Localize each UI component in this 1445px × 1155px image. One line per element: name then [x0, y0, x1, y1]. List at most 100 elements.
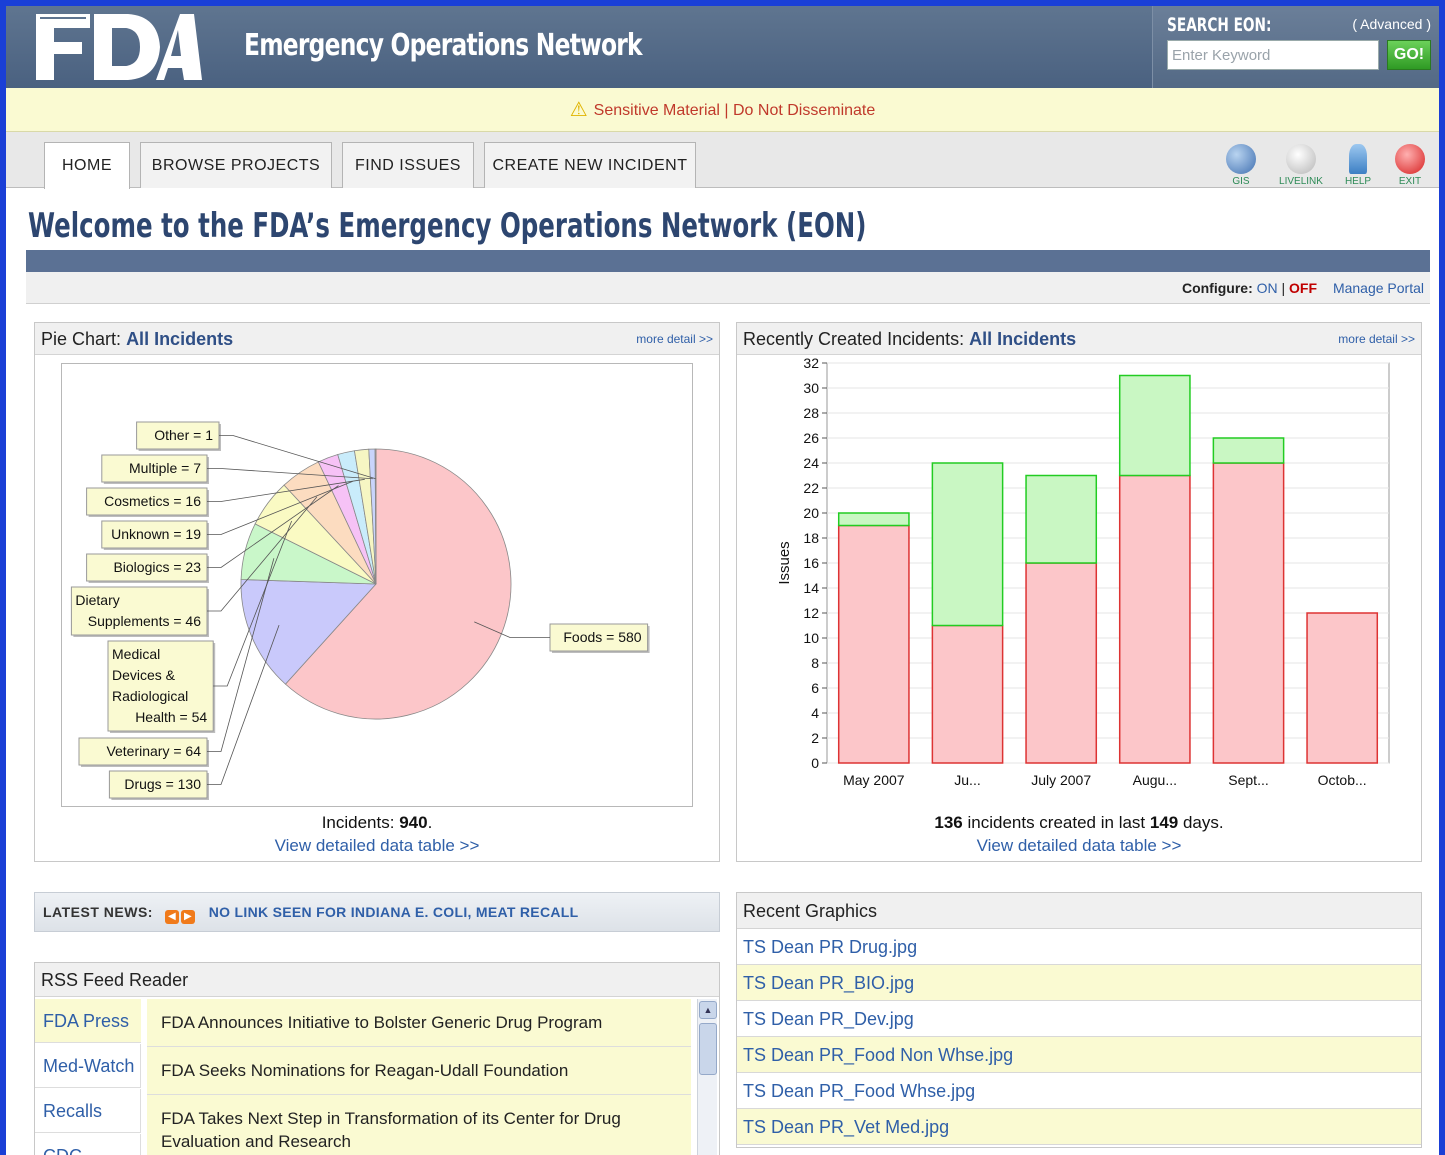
y-tick-label: 26 [803, 430, 819, 446]
configure-off-link[interactable]: OFF [1289, 280, 1317, 296]
bar-summary: 136 incidents created in last 149 days. [737, 813, 1421, 833]
tool-label: LIVELINK [1279, 176, 1323, 187]
rss-item[interactable]: FDA Takes Next Step in Transformation of… [147, 1095, 691, 1155]
y-tick-label: 30 [803, 380, 819, 396]
rss-scrollbar[interactable]: ▲ [697, 999, 717, 1155]
exit-icon [1395, 144, 1425, 174]
bar-summary-end: days. [1178, 813, 1224, 832]
page-title: Welcome to the FDA’s Emergency Operation… [28, 206, 867, 246]
y-tick-label: 18 [803, 530, 819, 546]
tool-gis[interactable]: GIS [1216, 144, 1266, 187]
pie-data-table-link-wrap: View detailed data table >> [35, 836, 719, 856]
rss-feed-reader: RSS Feed Reader FDA Press Med-Watch Reca… [34, 962, 720, 1155]
y-tick-label: 22 [803, 480, 819, 496]
pie-label: Dietary Supplements = 46 [70, 586, 210, 637]
x-tick-label: Octob... [1318, 772, 1367, 788]
pie-label-text: Devices & [112, 667, 176, 683]
news-next-icon[interactable]: ▶ [180, 910, 195, 924]
graphic-file-link[interactable]: TS Dean PR_Vet Med.jpg [737, 1109, 1421, 1145]
pie-label-text: Health = 54 [135, 709, 207, 725]
fda-logo [36, 14, 202, 80]
configure-label: Configure: [1181, 280, 1253, 296]
bar-summary-count: 136 [934, 813, 963, 832]
banner-text: Sensitive Material | Do Not Disseminate [593, 102, 876, 119]
graphic-file-link[interactable]: TS Dean PR_Dev.jpg [737, 1001, 1421, 1037]
recent-graphics-title: Recent Graphics [737, 893, 1421, 929]
pie-label: Other = 1 [136, 421, 221, 451]
tool-livelink[interactable]: LIVELINK [1276, 144, 1326, 187]
pie-total-value: 940 [399, 813, 428, 832]
recent-graphics-list: TS Dean PR Drug.jpg TS Dean PR_BIO.jpg T… [737, 929, 1421, 1145]
y-tick-label: 6 [811, 680, 819, 696]
pie-label-text: Supplements = 46 [88, 613, 201, 629]
pie-label-text: Other = 1 [154, 427, 213, 443]
news-prev-icon[interactable]: ◀ [164, 910, 179, 924]
rss-tab-cdc[interactable]: CDC [35, 1134, 141, 1155]
pie-label-text: Cosmetics = 16 [104, 493, 201, 509]
manage-portal-link[interactable]: Manage Portal [1333, 280, 1424, 296]
y-tick-label: 12 [803, 605, 819, 621]
y-tick-label: 28 [803, 405, 819, 421]
configure-bar: Configure: ON | OFF Manage Portal [26, 272, 1430, 304]
bar-data-table-link[interactable]: View detailed data table >> [977, 836, 1182, 855]
tool-help[interactable]: HELP [1333, 144, 1383, 187]
tool-label: EXIT [1398, 176, 1422, 187]
graphic-file-link[interactable]: TS Dean PR_Food Non Whse.jpg [737, 1037, 1421, 1073]
app-title: Emergency Operations Network [244, 28, 643, 63]
bar-segment [1025, 562, 1098, 764]
bar-segment [837, 512, 910, 527]
recent-graphics-panel: Recent Graphics TS Dean PR Drug.jpg TS D… [736, 892, 1422, 1148]
configure-on-link[interactable]: ON [1257, 280, 1278, 296]
pie-more-detail-link[interactable]: more detail >> [636, 323, 713, 355]
pie-panel-title-prefix: Pie Chart: [41, 329, 122, 349]
x-tick-label: Sept... [1228, 772, 1268, 788]
scroll-thumb[interactable] [699, 1023, 717, 1075]
pie-label: Drugs = 130 [108, 770, 209, 800]
scroll-up-icon[interactable]: ▲ [699, 1001, 717, 1019]
bar-panel-title-prefix: Recently Created Incidents: [743, 329, 965, 349]
bar-chart-panel: Recently Created Incidents: All Incident… [736, 322, 1422, 862]
search-label: SEARCH EON: [1167, 14, 1272, 36]
y-tick-label: 20 [803, 505, 819, 521]
pie-label-text: Dietary [75, 592, 119, 608]
rss-item[interactable]: FDA Announces Initiative to Bolster Gene… [147, 999, 691, 1047]
search-panel: SEARCH EON: ( Advanced ) GO! [1152, 6, 1439, 88]
warning-icon: ⚠ [569, 99, 588, 121]
graphic-file-link[interactable]: TS Dean PR Drug.jpg [737, 929, 1421, 965]
search-input[interactable] [1167, 40, 1379, 70]
rss-item[interactable]: FDA Seeks Nominations for Reagan-Udall F… [147, 1047, 691, 1095]
bar-segment [1306, 612, 1379, 764]
tool-exit[interactable]: EXIT [1385, 144, 1435, 187]
pie-label-text: Biologics = 23 [113, 559, 201, 575]
help-icon [1349, 144, 1367, 174]
pie-label-text: Veterinary = 64 [106, 743, 201, 759]
news-headline[interactable]: NO LINK SEEN FOR INDIANA E. COLI, MEAT R… [209, 904, 579, 920]
tab-home[interactable]: HOME [44, 142, 130, 189]
tab-find-issues[interactable]: FIND ISSUES [342, 142, 474, 188]
rss-tab-fda-press[interactable]: FDA Press [35, 999, 141, 1043]
rss-tab-recalls[interactable]: Recalls [35, 1089, 141, 1133]
bar-panel-header: Recently Created Incidents: All Incident… [737, 323, 1421, 355]
latest-news-label: LATEST NEWS: [43, 904, 153, 920]
pie-label: Cosmetics = 16 [86, 487, 209, 517]
y-tick-label: 8 [811, 655, 819, 671]
tab-create-new-incident[interactable]: CREATE NEW INCIDENT [484, 142, 696, 188]
bar-segment [837, 524, 910, 764]
bar-more-detail-link[interactable]: more detail >> [1338, 323, 1415, 355]
y-tick-label: 14 [803, 580, 819, 596]
pie-label: Biologics = 23 [86, 553, 209, 583]
go-button[interactable]: GO! [1387, 40, 1431, 70]
pie-data-table-link[interactable]: View detailed data table >> [275, 836, 480, 855]
pie-total: Incidents: 940. [35, 813, 719, 833]
latest-news-bar: LATEST NEWS: ◀ ▶ NO LINK SEEN FOR INDIANA… [34, 892, 720, 932]
bar-segment [1118, 374, 1191, 477]
pie-chart-area: Other = 1 Multiple = 7 Cosmetics = 16 Unkno… [61, 363, 693, 807]
graphic-file-link[interactable]: TS Dean PR_Food Whse.jpg [737, 1073, 1421, 1109]
pie-label: Foods = 580 [549, 623, 650, 653]
rss-tab-med-watch[interactable]: Med-Watch [35, 1044, 141, 1088]
y-tick-label: 16 [803, 555, 819, 571]
tab-browse-projects[interactable]: BROWSE PROJECTS [140, 142, 332, 188]
advanced-search-link[interactable]: ( Advanced ) [1352, 16, 1431, 32]
y-tick-label: 32 [803, 357, 819, 371]
graphic-file-link[interactable]: TS Dean PR_BIO.jpg [737, 965, 1421, 1001]
